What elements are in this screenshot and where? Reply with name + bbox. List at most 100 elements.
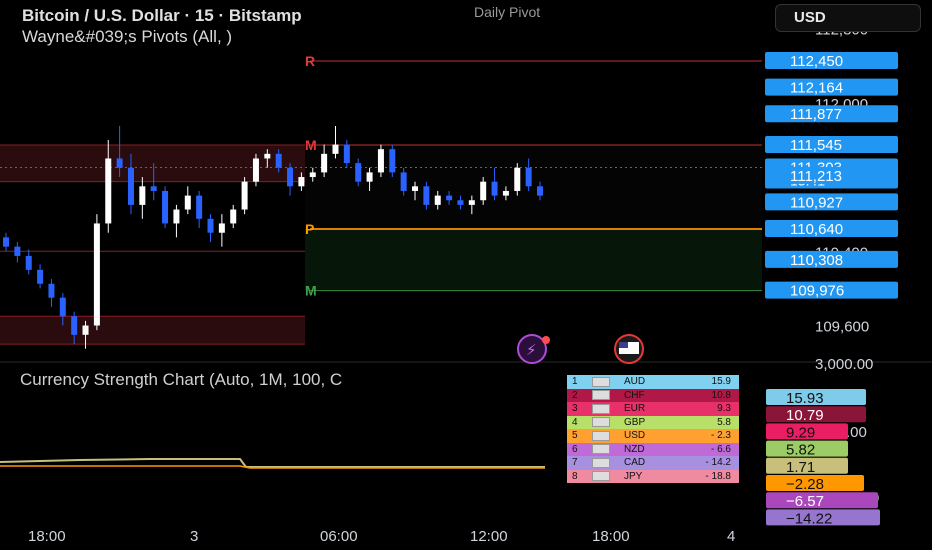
pivot-level-label: P (305, 221, 314, 237)
candle-body (287, 167, 294, 187)
price-tag-label: 111,545 (790, 137, 842, 154)
pivot-level-label: M (305, 137, 317, 153)
strength-tag-label: 5.82 (786, 442, 815, 459)
candle-body (275, 153, 282, 168)
candle-body (389, 149, 396, 173)
candle-body (14, 246, 21, 256)
candle-body (366, 172, 373, 182)
pivot-level-label: R (305, 53, 315, 69)
legend-strength-value: 10.8 (711, 389, 731, 401)
flag-icon (592, 471, 610, 482)
time-tick-label: 12:00 (470, 528, 508, 545)
flag-icon (592, 390, 610, 401)
legend-rank: 6 (572, 443, 578, 455)
legend-currency-code: JPY (624, 470, 643, 482)
candle-body (105, 158, 112, 224)
candle-body (514, 167, 521, 191)
symbol-title[interactable]: Bitcoin / U.S. Dollar · 15 · Bitstamp (22, 6, 302, 26)
legend-row: 8 JPY - 18.8 (567, 469, 739, 483)
candle-body (377, 149, 384, 173)
flag-icon (592, 403, 610, 414)
indicator-name[interactable]: Wayne&#039;s Pivots (All, ) (22, 27, 232, 47)
notification-dot-icon (542, 336, 550, 344)
upper-zone (305, 145, 762, 230)
legend-currency-code: AUD (624, 376, 646, 388)
strength-tag-label: −2.28 (786, 476, 824, 493)
candle-body (332, 144, 339, 154)
price-tag-label: 109,976 (790, 283, 844, 300)
legend-row: 3 EUR 9.3 (567, 402, 739, 416)
legend-rank: 5 (572, 430, 578, 442)
candle-body (434, 195, 441, 205)
candle-body (502, 190, 509, 196)
price-tag-label: 110,308 (790, 252, 843, 269)
support-zone (0, 316, 305, 345)
candle-body (127, 167, 134, 205)
legend-currency-code: USD (624, 430, 646, 442)
candle-body (298, 177, 305, 187)
strength-tag-label: 1.71 (786, 459, 815, 476)
lightning-icon: ⚡ (526, 341, 537, 359)
candle-body (343, 144, 350, 164)
candle-body (207, 218, 214, 233)
candle-body (71, 316, 78, 335)
candle-body (37, 269, 44, 284)
legend-strength-value: - 14.2 (705, 457, 731, 469)
candle-body (139, 186, 146, 205)
time-axis[interactable]: 18:00 3 06:00 12:00 18:00 4 (28, 528, 735, 545)
legend-row: 1 AUD 15.9 (567, 375, 739, 389)
price-tags: 112,450112,164111,877111,545111,30313:41… (765, 52, 898, 300)
time-tick-label: 4 (727, 528, 735, 545)
legend-strength-value: 15.9 (711, 376, 731, 388)
candle-body (468, 200, 475, 205)
candle-body (491, 181, 498, 196)
time-tick-label: 3 (190, 528, 198, 545)
legend-strength-value: - 2.3 (710, 430, 731, 442)
candle-body (309, 172, 316, 178)
legend-rank: 1 (572, 376, 578, 388)
flag-icon (592, 430, 610, 441)
candle-body (355, 163, 362, 182)
candle-body (264, 153, 271, 159)
time-tick-label: 18:00 (28, 528, 66, 545)
legend-currency-code: GBP (624, 416, 646, 428)
candle-body (59, 297, 66, 317)
candle-body (162, 190, 169, 224)
candle-body (446, 195, 453, 201)
legend-row: 7 CAD - 14.2 (567, 456, 739, 470)
legend-row: 6 NZD - 6.6 (567, 442, 739, 456)
candle-body (173, 209, 180, 224)
price-tag-label: 110,640 (790, 221, 843, 238)
flag-icon (592, 417, 610, 428)
indicator-tick-label: .00 (846, 424, 867, 441)
indicator-panel-title[interactable]: Currency Strength Chart (Auto, 1M, 100, … (20, 370, 342, 390)
candle-body (196, 195, 203, 219)
candle-body (3, 237, 9, 247)
candle-body (48, 283, 55, 298)
indicator-tick-label: 3,000.00 (815, 356, 873, 373)
currency-strength-table: 1 AUD 15.9 2 CHF 10.8 3 EUR 9.3 4 GBP 5.8 5 USD - 2.3 6… (567, 375, 739, 483)
candle-body (184, 195, 191, 210)
pivot-title: Daily Pivot (474, 4, 541, 20)
candle-body (525, 167, 532, 187)
legend-row: 2 CHF 10.8 (567, 388, 739, 402)
legend-rank: 4 (572, 416, 578, 428)
candle-body (150, 186, 157, 191)
legend-currency-code: NZD (624, 443, 645, 455)
price-tick-label: 109,600 (815, 319, 869, 336)
strength-tag-label: −14.22 (786, 510, 832, 527)
legend-rank: 2 (572, 389, 578, 401)
candle-body (321, 153, 328, 173)
time-tick-label: 18:00 (592, 528, 630, 545)
currency-button[interactable]: USD (775, 4, 921, 32)
price-tag-label: 112,164 (790, 80, 843, 97)
price-chart[interactable]: RMPM 112,800112,000111,600110,400109,600… (0, 0, 932, 550)
us-flag-icon (619, 342, 628, 348)
candle-body (93, 223, 100, 326)
candle-body (230, 209, 237, 224)
candle-body (252, 158, 259, 182)
candle-body (116, 158, 123, 168)
chart-icons: ⚡ (517, 334, 644, 364)
candle-body (480, 181, 487, 201)
candle-body (423, 186, 430, 205)
